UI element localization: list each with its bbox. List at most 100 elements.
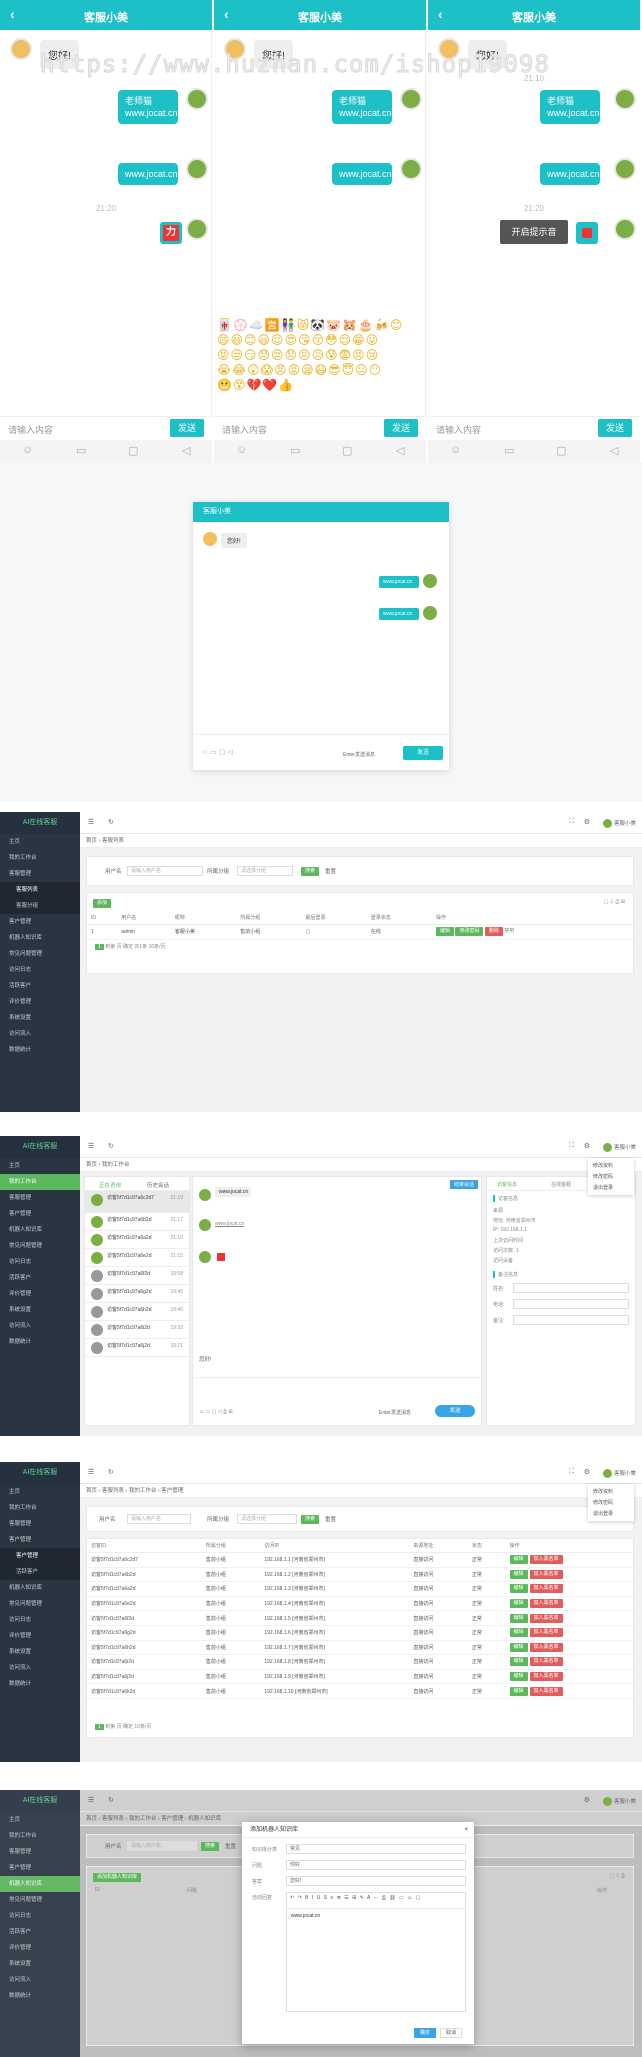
file-icon[interactable]: ▢ bbox=[556, 444, 566, 457]
blacklist-button[interactable]: 加入黑名单 bbox=[529, 1613, 563, 1623]
sidebar-item-faq[interactable]: 常见问题管理 bbox=[0, 1238, 80, 1254]
sidebar-item-blacklist[interactable]: 活跃客户 bbox=[0, 1564, 80, 1580]
send-button[interactable]: 发送 bbox=[435, 1405, 475, 1417]
edit-button[interactable]: 编辑 bbox=[509, 1672, 528, 1682]
sidebar-item-settings[interactable]: 系统设置 bbox=[0, 1010, 80, 1026]
confirm-button[interactable]: 确定 bbox=[414, 2028, 436, 2038]
sidebar-item-rating[interactable]: 评价管理 bbox=[0, 1940, 80, 1956]
change-password-button[interactable]: 修改密码 bbox=[455, 927, 484, 937]
blacklist-button[interactable]: 加入黑名单 bbox=[529, 1584, 563, 1594]
pagination[interactable]: 1 到第 页 确定 共1条 10条/页 bbox=[95, 943, 166, 950]
sidebar-item-stats[interactable]: 数据统计 bbox=[0, 1042, 80, 1058]
sidebar-item-active[interactable]: 活跃客户 bbox=[0, 978, 80, 994]
blacklist-button[interactable]: 加入黑名单 bbox=[529, 1686, 563, 1696]
link-message[interactable]: www.jocat.cn bbox=[215, 1221, 244, 1227]
reset-button[interactable]: 重置 bbox=[225, 1842, 236, 1850]
dropdown-item[interactable]: 修改密码 bbox=[588, 1171, 634, 1182]
emoji-row[interactable]: 😄😆😊😃😉😍😘😚😳😌😁😜 bbox=[217, 333, 427, 348]
blacklist-button[interactable]: 加入黑名单 bbox=[529, 1628, 563, 1638]
blacklist-button[interactable]: 加入黑名单 bbox=[529, 1599, 563, 1609]
fullscreen-icon[interactable]: ⛶ bbox=[569, 1468, 574, 1476]
voice-icon[interactable]: ◁ bbox=[396, 444, 404, 457]
sidebar-item-settings[interactable]: 系统设置 bbox=[0, 1956, 80, 1972]
link-bubble[interactable]: 老师猫 www.jocat.cn bbox=[118, 90, 178, 124]
sidebar-item-inflow[interactable]: 访问流入 bbox=[0, 1972, 80, 1988]
voice-icon[interactable]: ◁ bbox=[610, 444, 618, 457]
user-name[interactable]: 客服小美 bbox=[614, 1143, 636, 1151]
emoji-row[interactable]: 😝😒😏😓😔😞😖😥😰😨😣😢 bbox=[217, 348, 427, 363]
table-tools[interactable]: ▢ ⇩ ⎙ bbox=[609, 1873, 625, 1879]
session-item[interactable]: 访客5f7d1c97a6j2d 19:21 bbox=[85, 1339, 189, 1357]
crumb-current[interactable]: 客服列表 bbox=[102, 838, 124, 844]
answer-input[interactable]: 您好! bbox=[286, 1876, 466, 1886]
sidebar-item-settings[interactable]: 系统设置 bbox=[0, 1644, 80, 1660]
note-input[interactable] bbox=[513, 1315, 629, 1325]
avatar[interactable] bbox=[603, 1143, 612, 1152]
sidebar-item-stats[interactable]: 数据统计 bbox=[0, 1988, 80, 2004]
sidebar-item-home[interactable]: 主页 bbox=[0, 834, 80, 850]
menu-icon[interactable]: ☰ bbox=[88, 1142, 94, 1150]
sidebar-item-faq[interactable]: 常见问题管理 bbox=[0, 1892, 80, 1908]
sidebar-item-robot[interactable]: 机器人知识库 bbox=[0, 1876, 80, 1892]
disable-button[interactable]: 禁用 bbox=[504, 928, 514, 934]
reset-button[interactable]: 重置 bbox=[325, 867, 336, 875]
editor-content[interactable]: www.jocat.cn bbox=[287, 1909, 465, 1923]
gear-icon[interactable]: ⚙ bbox=[584, 1468, 590, 1476]
sidebar-item-staff[interactable]: 客服管理 bbox=[0, 866, 80, 882]
session-item[interactable]: 访客5f7d1c97a6a2d 21:16 bbox=[85, 1231, 189, 1249]
sidebar-item-inflow[interactable]: 访问流入 bbox=[0, 1660, 80, 1676]
tab-history[interactable]: 历史会话 bbox=[147, 1181, 169, 1189]
sidebar-item-active[interactable]: 活跃客户 bbox=[0, 1924, 80, 1940]
link-bubble[interactable]: www.jocat.cn bbox=[118, 163, 178, 185]
user-name[interactable]: 客服小美 bbox=[614, 1797, 636, 1805]
tab-online-staff[interactable]: 在线客服 bbox=[551, 1181, 571, 1188]
question-input[interactable]: 你好 bbox=[286, 1860, 466, 1870]
avatar[interactable] bbox=[603, 1469, 612, 1478]
fullscreen-icon[interactable]: ⛶ bbox=[569, 1142, 574, 1150]
sidebar-item-stats[interactable]: 数据统计 bbox=[0, 1676, 80, 1692]
sidebar-item-active[interactable]: 活跃客户 bbox=[0, 1270, 80, 1286]
close-icon[interactable]: × bbox=[464, 1822, 468, 1838]
emoji-icon[interactable]: ☺ bbox=[22, 444, 33, 456]
file-icon[interactable]: ▢ bbox=[342, 444, 352, 457]
sidebar-item-inflow[interactable]: 访问流入 bbox=[0, 1026, 80, 1042]
emoji-row[interactable]: 😭😂😲😱😠😡😪😷😎😇😐😶 bbox=[217, 363, 427, 378]
end-session-button[interactable]: 结束会话 bbox=[450, 1180, 479, 1189]
sidebar-item-customers[interactable]: 客户管理 bbox=[0, 1206, 80, 1222]
link-bubble[interactable]: www.jocat.cn bbox=[540, 163, 600, 185]
delete-button[interactable]: 删除 bbox=[484, 927, 503, 937]
link-bubble[interactable]: 老师猫 www.jocat.cn bbox=[332, 90, 392, 124]
sidebar-item-logs[interactable]: 访问日志 bbox=[0, 1908, 80, 1924]
sidebar-item-stats[interactable]: 数据统计 bbox=[0, 1334, 80, 1350]
search-button[interactable]: 搜索 bbox=[301, 867, 320, 876]
dropdown-item[interactable]: 修改资料 bbox=[588, 1486, 634, 1497]
sidebar-item-rating[interactable]: 评价管理 bbox=[0, 1628, 80, 1644]
blacklist-button[interactable]: 加入黑名单 bbox=[529, 1555, 563, 1565]
emoji-panel[interactable]: 🀄💮☁️🈺👫😾🐼🐷🐹🎂🍻😊 😄😆😊😃😉😍😘😚😳😌😁😜 😝😒😏😓😔😞😖😥😰😨😣😢 … bbox=[217, 318, 427, 393]
sidebar-item-logs[interactable]: 访问日志 bbox=[0, 962, 80, 978]
message-input[interactable]: 请输入内容 发送 bbox=[214, 416, 426, 440]
sidebar-item-customer-list[interactable]: 客户管理 bbox=[0, 1548, 80, 1564]
session-item[interactable]: 访客5f7d1c97a6h2d 19:40 bbox=[85, 1303, 189, 1321]
name-input[interactable] bbox=[513, 1283, 629, 1293]
username-input[interactable]: 请输入用户名 bbox=[127, 866, 203, 876]
gear-icon[interactable]: ⚙ bbox=[584, 818, 590, 826]
phone-input[interactable] bbox=[513, 1299, 629, 1309]
edit-button[interactable]: 编辑 bbox=[509, 1599, 528, 1609]
send-button[interactable]: 发送 bbox=[403, 746, 443, 760]
sidebar-item-customers[interactable]: 客户管理 bbox=[0, 1860, 80, 1876]
sidebar-item-home[interactable]: 主页 bbox=[0, 1812, 80, 1828]
sidebar-item-robot[interactable]: 机器人知识库 bbox=[0, 930, 80, 946]
image-icon[interactable]: ▭ bbox=[504, 444, 514, 457]
edit-button[interactable]: 编辑 bbox=[509, 1584, 528, 1594]
gear-icon[interactable]: ⚙ bbox=[584, 1142, 590, 1150]
cancel-button[interactable]: 取消 bbox=[440, 2028, 462, 2038]
sidebar-item-staff[interactable]: 客服管理 bbox=[0, 1844, 80, 1860]
menu-icon[interactable]: ☰ bbox=[88, 1796, 94, 1804]
sidebar-item-inflow[interactable]: 访问流入 bbox=[0, 1318, 80, 1334]
session-item[interactable]: 访客5f7d1c97a6c2d7 21:19 bbox=[85, 1191, 189, 1213]
sidebar-item-logs[interactable]: 访问日志 bbox=[0, 1254, 80, 1270]
edit-button[interactable]: 编辑 bbox=[509, 1628, 528, 1638]
edit-button[interactable]: 编辑 bbox=[509, 1613, 528, 1623]
session-item[interactable]: 访客5f7d1c97a6b2d 21:17 bbox=[85, 1213, 189, 1231]
